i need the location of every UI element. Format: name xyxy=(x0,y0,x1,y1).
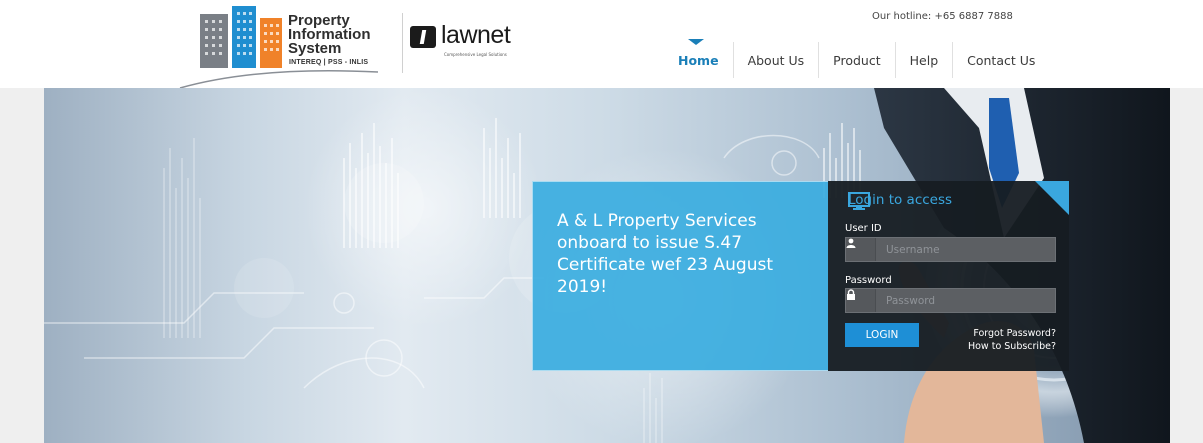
login-corner-accent xyxy=(1035,181,1069,215)
password-field xyxy=(845,288,1056,313)
password-label: Password xyxy=(845,275,892,286)
nav-product[interactable]: Product xyxy=(818,42,894,78)
username-input[interactable] xyxy=(876,238,1055,261)
lawnet-mark-icon xyxy=(410,26,436,48)
logo-building-orange xyxy=(260,18,282,68)
site-header: Property Information System INTEREQ | PS… xyxy=(0,0,1203,89)
hero-section: A & L Property Services onboard to issue… xyxy=(0,88,1203,443)
hotline-text: Our hotline: +65 6887 7888 xyxy=(872,11,1013,22)
nav-help[interactable]: Help xyxy=(894,42,953,78)
main-nav: Home About Us Product Help Contact Us xyxy=(668,42,1049,78)
pis-logo[interactable]: Property Information System INTEREQ | PS… xyxy=(178,6,400,89)
lawnet-wordmark: lawnet xyxy=(441,21,511,49)
lawnet-tagline: Comprehensive Legal Solutions xyxy=(444,52,507,57)
user-icon xyxy=(846,238,876,261)
pis-logo-title: Property Information System xyxy=(288,12,371,57)
nav-home[interactable]: Home xyxy=(668,42,733,78)
lock-icon xyxy=(846,289,876,312)
nav-about-us[interactable]: About Us xyxy=(732,42,819,78)
logo-building-gray xyxy=(200,14,228,68)
hero-banner: A & L Property Services onboard to issue… xyxy=(44,88,1170,443)
lawnet-logo[interactable]: lawnet Comprehensive Legal Solutions xyxy=(410,21,530,64)
user-id-label: User ID xyxy=(845,223,882,234)
logo-building-blue xyxy=(232,6,256,68)
logo-divider xyxy=(402,13,403,73)
nav-contact-us[interactable]: Contact Us xyxy=(952,42,1049,78)
forgot-password-link[interactable]: Forgot Password? xyxy=(973,328,1056,339)
announcement-panel: A & L Property Services onboard to issue… xyxy=(532,181,829,371)
pis-logo-subtitle: INTEREQ | PSS - INLIS xyxy=(289,59,369,66)
announcement-text: A & L Property Services onboard to issue… xyxy=(557,211,773,297)
username-field xyxy=(845,237,1056,262)
login-button[interactable]: LOGIN xyxy=(845,323,919,347)
login-panel: Login to access User ID Password LOGIN F… xyxy=(828,181,1069,371)
login-title: Login to access xyxy=(848,192,952,210)
password-input[interactable] xyxy=(876,289,1055,312)
how-to-subscribe-link[interactable]: How to Subscribe? xyxy=(968,341,1056,352)
monitor-icon xyxy=(848,192,870,210)
